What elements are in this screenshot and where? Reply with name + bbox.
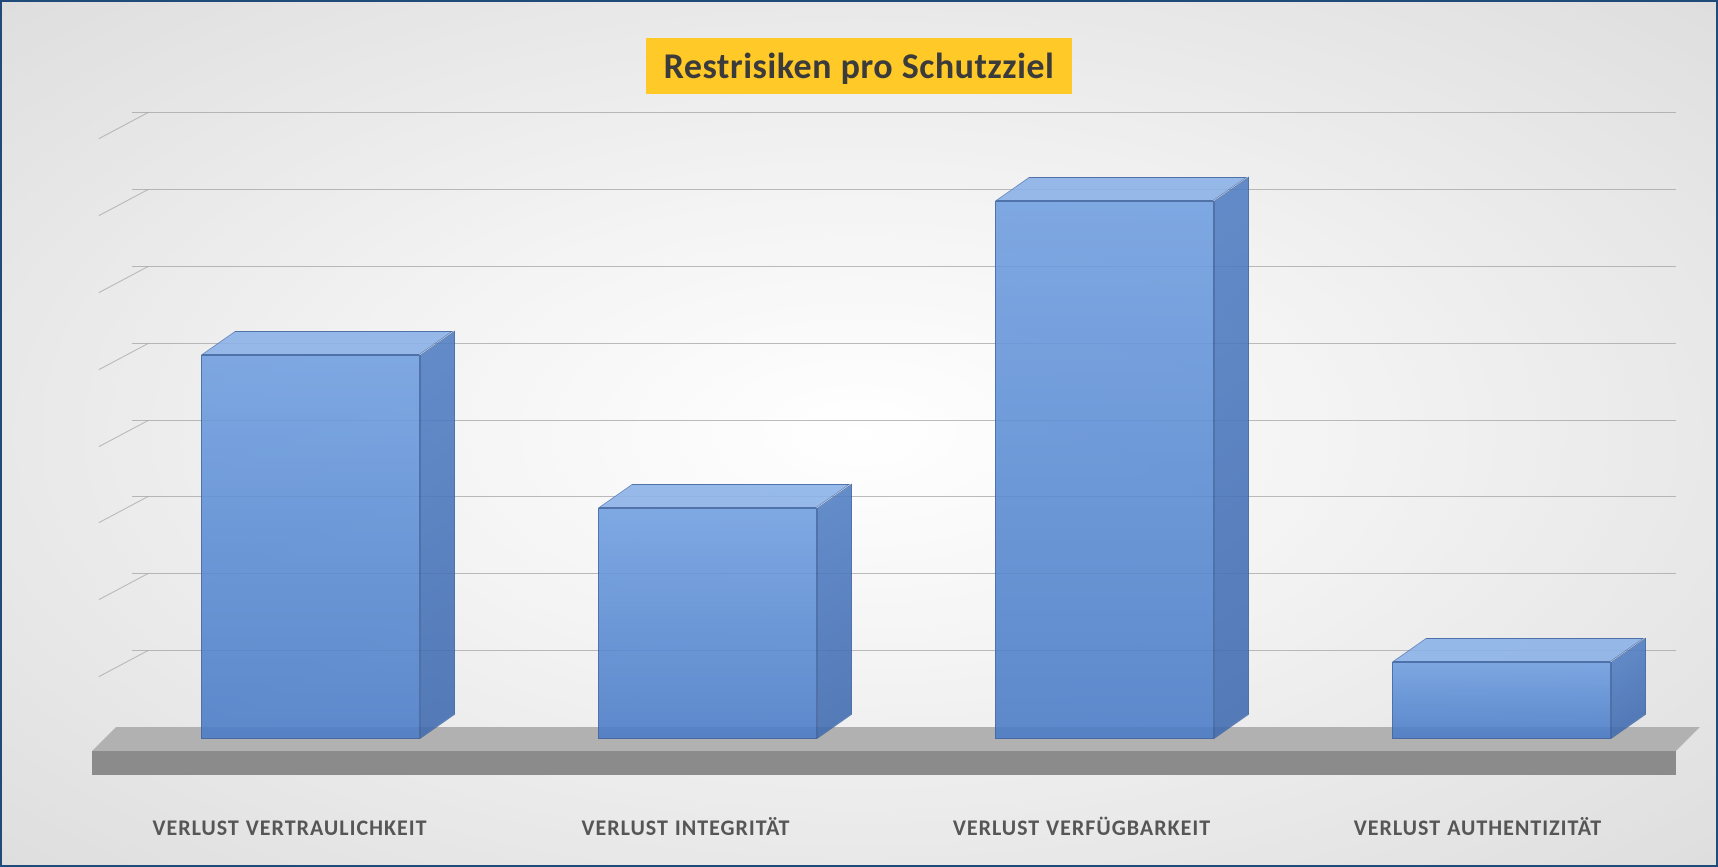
bar [1392,662,1610,739]
x-axis-label: VERLUST VERFÜGBARKEIT [884,814,1280,841]
bar [201,355,419,739]
x-axis-label: VERLUST VERTRAULICHKEIT [92,814,488,841]
x-axis-labels: VERLUST VERTRAULICHKEITVERLUST INTEGRITÄ… [92,814,1676,841]
chart-title: Restrisiken pro Schutzziel [646,38,1073,94]
chart-frame: Restrisiken pro Schutzziel VERLUST VERTR… [0,0,1718,867]
bars-container [92,112,1676,727]
bar [995,201,1213,739]
bar [598,508,816,739]
x-axis-label: VERLUST AUTHENTIZITÄT [1280,814,1676,841]
plot-area [42,112,1676,775]
title-container: Restrisiken pro Schutzziel [2,38,1716,94]
x-axis-label: VERLUST INTEGRITÄT [488,814,884,841]
